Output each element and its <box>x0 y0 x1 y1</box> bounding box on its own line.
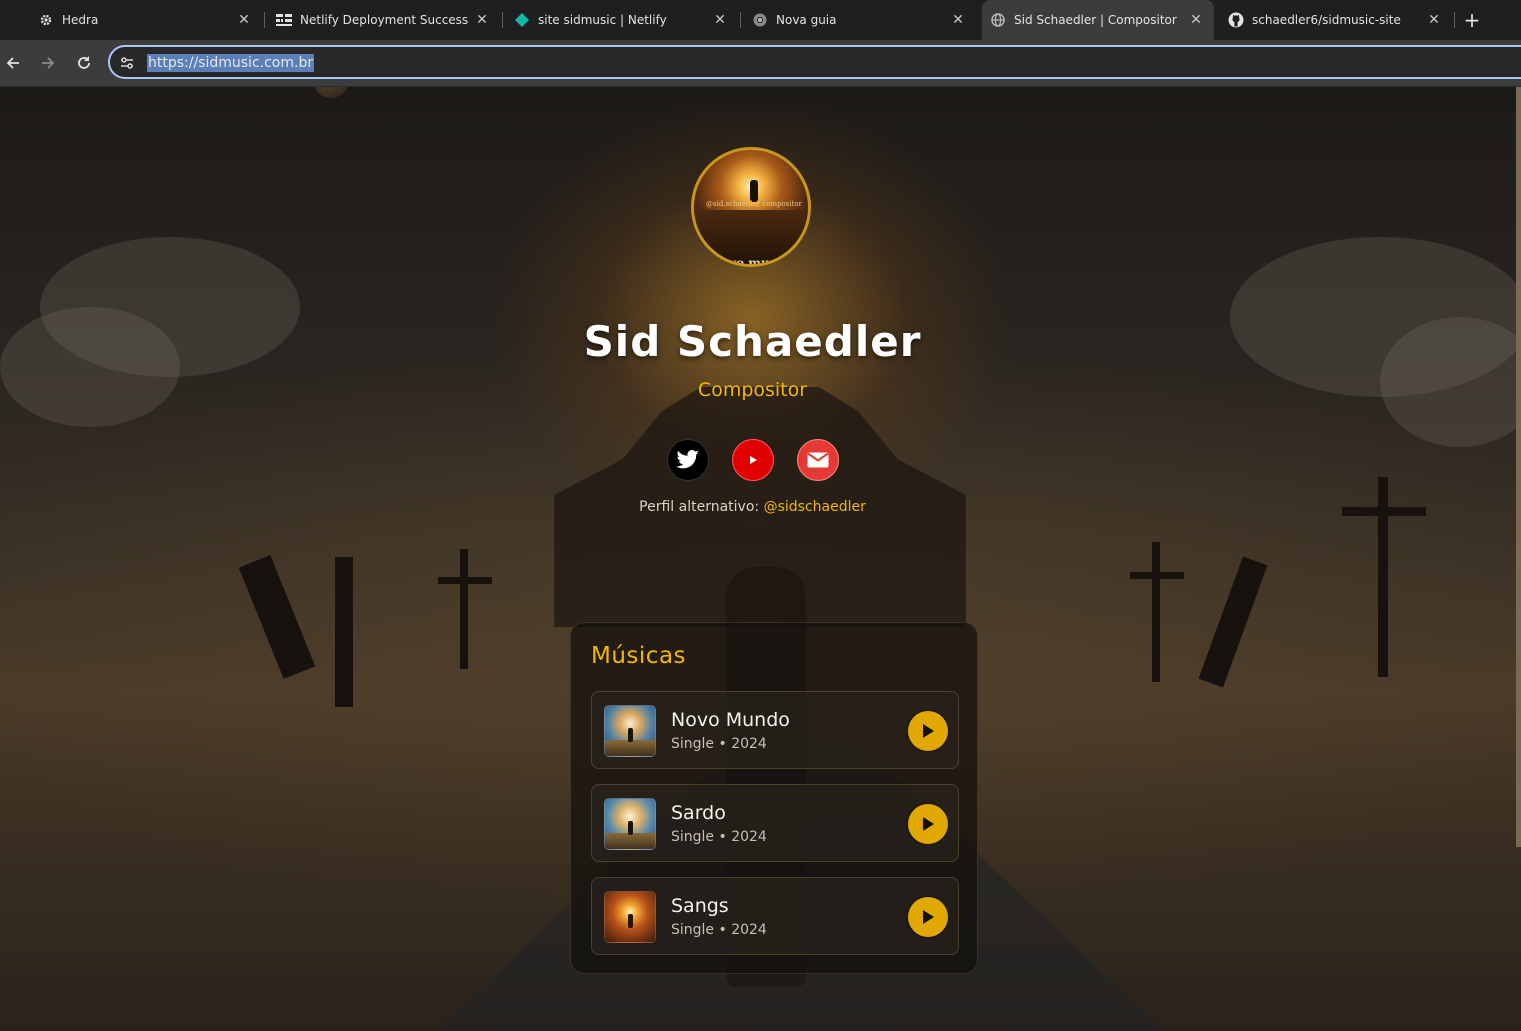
site-settings-icon[interactable] <box>118 54 136 72</box>
play-button[interactable] <box>908 711 948 751</box>
twitter-button[interactable] <box>667 439 709 481</box>
close-tab-icon[interactable]: ✕ <box>950 12 966 28</box>
track-subtitle: Single • 2024 <box>671 829 767 845</box>
avatar-word: ovo mund <box>721 256 787 267</box>
chrome-icon <box>752 12 768 28</box>
close-tab-icon[interactable]: ✕ <box>1426 12 1442 28</box>
rubble-decoration <box>335 557 353 707</box>
youtube-button[interactable] <box>732 439 774 481</box>
avatar: @sid.schaedler compositor ovo mund <box>691 147 811 267</box>
tab-netlify-site[interactable]: site sidmusic | Netlify ✕ <box>476 0 738 40</box>
cross-decoration <box>438 577 492 584</box>
play-icon <box>923 817 934 831</box>
arrow-left-icon <box>6 57 19 69</box>
alternate-profile: Perfil alternativo: @sidschaedler <box>0 499 1505 515</box>
netlify-diamond-icon <box>514 12 530 28</box>
globe-icon <box>990 12 1006 28</box>
tab-github-repo[interactable]: schaedler6/sidmusic-site ✕ <box>1190 0 1452 40</box>
tab-title: site sidmusic | Netlify <box>538 13 667 27</box>
cross-decoration <box>460 549 468 669</box>
track-item[interactable]: Novo Mundo Single • 2024 <box>591 691 959 769</box>
email-button[interactable] <box>797 439 839 481</box>
track-title: Sangs <box>671 895 729 917</box>
netlify-logo-icon <box>276 12 292 28</box>
track-title: Sardo <box>671 802 726 824</box>
artist-name: Sid Schaedler <box>583 317 922 366</box>
new-tab-button[interactable]: + <box>1460 8 1484 32</box>
browser-toolbar: https://sidmusic.com.br <box>0 40 1521 87</box>
forward-button[interactable] <box>35 50 61 76</box>
tab-title: schaedler6/sidmusic-site <box>1252 13 1401 27</box>
music-section-title: Músicas <box>591 643 687 669</box>
rubble-decoration <box>1198 556 1268 688</box>
cross-decoration <box>1152 542 1160 682</box>
tab-hedra[interactable]: Hedra ✕ <box>0 0 262 40</box>
page-scrollbar[interactable] <box>1516 87 1521 847</box>
tab-sid-schaedler[interactable]: Sid Schaedler | Compositor ✕ <box>982 0 1214 40</box>
youtube-play-icon <box>750 456 757 464</box>
artist-role: Compositor <box>697 379 808 401</box>
track-item[interactable]: Sangs Single • 2024 <box>591 877 959 955</box>
tab-netlify-deployment[interactable]: Netlify Deployment Success - S ✕ <box>238 0 500 40</box>
track-title: Novo Mundo <box>671 709 790 731</box>
reload-button[interactable] <box>71 50 97 76</box>
address-bar[interactable]: https://sidmusic.com.br <box>108 45 1521 79</box>
avatar-figure <box>750 180 758 202</box>
play-icon <box>923 724 934 738</box>
track-cover <box>604 705 656 757</box>
music-panel: Músicas Novo Mundo Single • 2024 Sardo S… <box>570 622 978 974</box>
tab-title: Nova guia <box>776 13 837 27</box>
github-icon <box>1228 12 1244 28</box>
avatar-caption: @sid.schaedler compositor <box>706 200 802 208</box>
back-button[interactable] <box>0 50 26 76</box>
tab-strip: Hedra ✕ Netlify Deployment Success - S ✕… <box>0 0 1521 40</box>
cross-decoration <box>1130 572 1184 579</box>
tab-title: Hedra <box>62 13 99 27</box>
track-subtitle: Single • 2024 <box>671 736 767 752</box>
tab-nova-guia[interactable]: Nova guia ✕ <box>714 0 976 40</box>
play-icon <box>923 910 934 924</box>
play-button[interactable] <box>908 897 948 937</box>
tab-divider <box>1454 12 1455 28</box>
plus-icon: + <box>1463 8 1481 32</box>
track-subtitle: Single • 2024 <box>671 922 767 938</box>
play-button[interactable] <box>908 804 948 844</box>
moon-decoration <box>313 87 349 98</box>
alt-profile-label: Perfil alternativo: <box>639 499 764 515</box>
rubble-decoration <box>238 555 316 679</box>
url-text[interactable]: https://sidmusic.com.br <box>147 54 315 72</box>
track-cover <box>604 798 656 850</box>
hedra-gear-icon <box>38 12 54 28</box>
reload-icon <box>78 56 90 69</box>
alt-profile-link[interactable]: @sidschaedler <box>764 499 866 515</box>
track-cover <box>604 891 656 943</box>
tab-title: Netlify Deployment Success - S <box>300 13 468 27</box>
envelope-icon <box>807 452 829 468</box>
page-viewport: @sid.schaedler compositor ovo mund Sid S… <box>0 87 1521 1031</box>
tab-title: Sid Schaedler | Compositor <box>1014 13 1177 27</box>
arrow-right-icon <box>42 57 55 69</box>
twitter-bird-icon <box>676 450 699 469</box>
track-item[interactable]: Sardo Single • 2024 <box>591 784 959 862</box>
